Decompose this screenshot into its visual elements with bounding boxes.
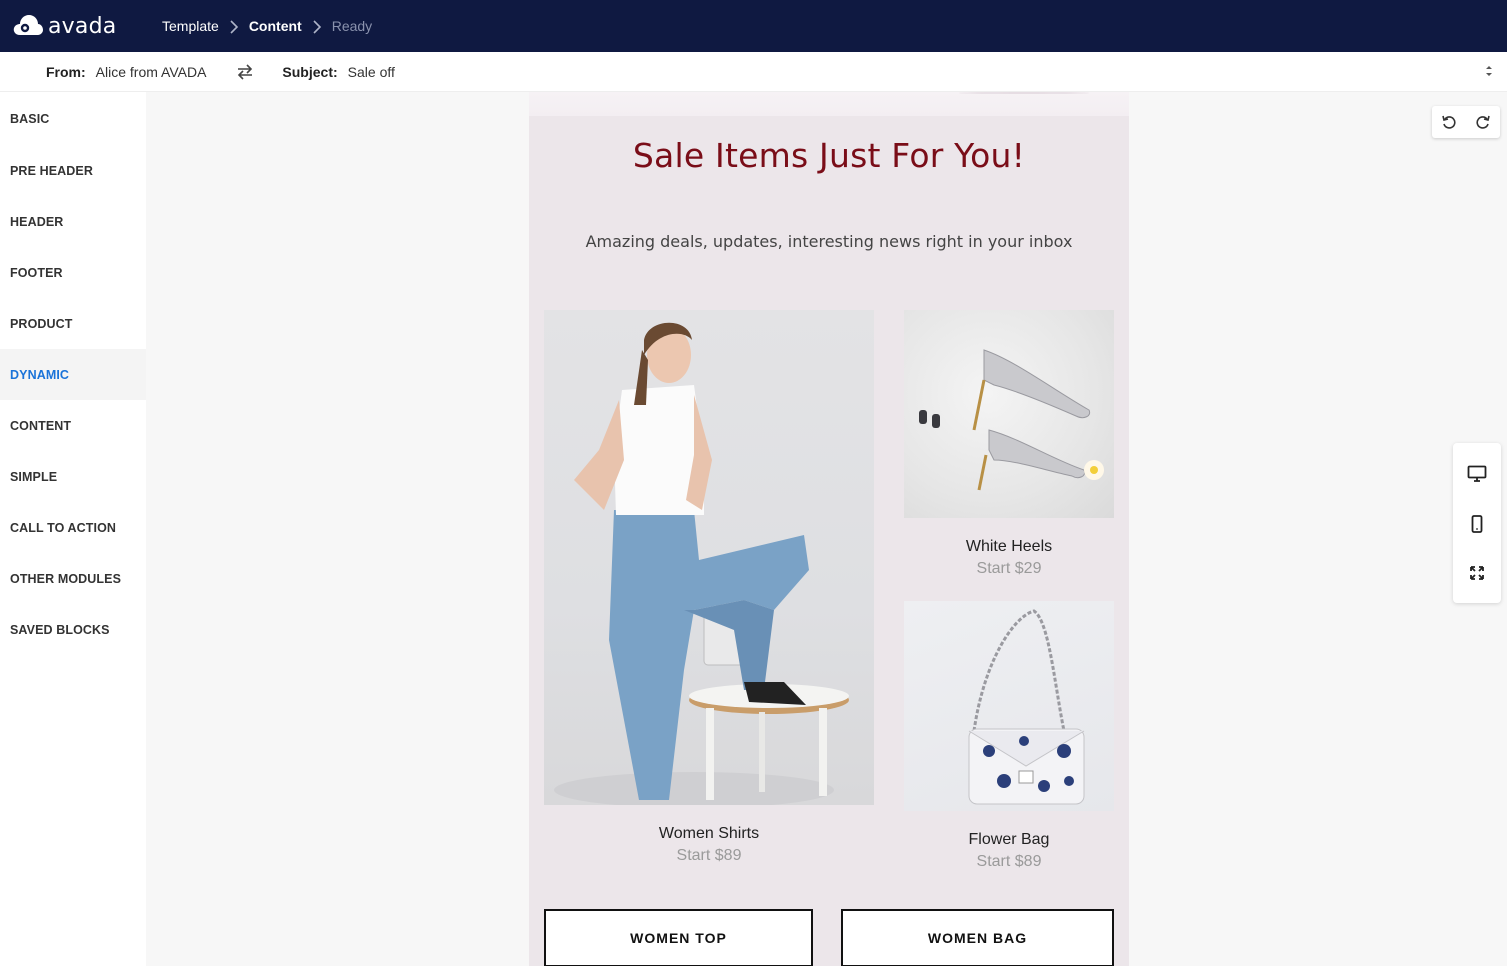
sidebar-item-footer[interactable]: FOOTER (0, 247, 146, 298)
email-subtitle[interactable]: Amazing deals, updates, interesting news… (529, 232, 1129, 251)
sidebar-item-product[interactable]: PRODUCT (0, 298, 146, 349)
breadcrumb-template[interactable]: Template (162, 18, 219, 34)
breadcrumb: Template Content Ready (162, 18, 372, 34)
sidebar-item-header[interactable]: HEADER (0, 196, 146, 247)
product-image-women-shirts[interactable] (544, 310, 874, 805)
women-bag-button[interactable]: WOMEN BAG (841, 909, 1114, 966)
sidebar-item-content[interactable]: CONTENT (0, 400, 146, 451)
chevron-right-icon (219, 18, 249, 34)
email-meta-bar: From: Alice from AVADA Subject: Sale off (0, 52, 1507, 92)
from-label: From: (46, 63, 86, 80)
sort-arrows-icon[interactable] (1485, 64, 1493, 81)
product-price: Start $29 (976, 560, 1042, 577)
sidebar-item-other-modules[interactable]: OTHER MODULES (0, 553, 146, 604)
subject-label: Subject: (282, 63, 338, 80)
product-price: Start $89 (676, 847, 742, 864)
subject-value[interactable]: Sale off (348, 64, 395, 80)
product-image-white-heels[interactable] (904, 310, 1114, 518)
desktop-icon[interactable] (1467, 465, 1487, 483)
redo-icon[interactable] (1475, 114, 1491, 130)
sidebar-item-saved-blocks[interactable]: SAVED BLOCKS (0, 604, 146, 655)
email-header-strip (529, 92, 1129, 116)
women-top-button[interactable]: WOMEN TOP (544, 909, 813, 966)
product-card-women-shirts[interactable]: Women Shirts Start $89 (544, 310, 874, 865)
cloud-logo-icon (12, 12, 44, 40)
product-name: White Heels (965, 538, 1053, 555)
email-preview[interactable]: Sale Items Just For You! Amazing deals, … (529, 92, 1129, 966)
chevron-right-icon (302, 18, 332, 34)
product-name: Women Shirts (658, 825, 760, 842)
sidebar-item-dynamic[interactable]: DYNAMIC (0, 349, 146, 400)
from-field[interactable]: From: Alice from AVADA (46, 64, 206, 80)
product-image-flower-bag[interactable] (904, 601, 1114, 811)
subject-field[interactable]: Subject: Sale off (282, 64, 394, 80)
sidebar-item-pre-header[interactable]: PRE HEADER (0, 145, 146, 196)
sidebar-item-basic[interactable]: BASIC (0, 92, 146, 145)
swap-icon[interactable] (236, 63, 254, 80)
product-price: Start $89 (976, 853, 1042, 870)
editor-canvas: Sale Items Just For You! Amazing deals, … (146, 92, 1507, 966)
logo-text: avada (48, 13, 117, 39)
top-navigation-bar: avada Template Content Ready (0, 0, 1507, 52)
device-preview-toolbar (1453, 443, 1501, 603)
breadcrumb-content[interactable]: Content (249, 18, 302, 34)
mobile-icon[interactable] (1471, 515, 1483, 533)
sidebar-item-call-to-action[interactable]: CALL TO ACTION (0, 502, 146, 553)
email-title[interactable]: Sale Items Just For You! (529, 136, 1129, 175)
avada-logo[interactable]: avada (12, 12, 152, 40)
fullscreen-icon[interactable] (1469, 565, 1485, 581)
product-name: Flower Bag (968, 831, 1050, 848)
undo-icon[interactable] (1441, 114, 1457, 130)
product-card-white-heels[interactable]: White Heels Start $29 (904, 310, 1114, 578)
history-toolbar (1432, 106, 1500, 138)
product-card-flower-bag[interactable]: Flower Bag Start $89 (904, 601, 1114, 871)
sidebar-item-simple[interactable]: SIMPLE (0, 451, 146, 502)
breadcrumb-ready[interactable]: Ready (332, 18, 372, 34)
from-value[interactable]: Alice from AVADA (96, 64, 207, 80)
block-sidebar: BASIC PRE HEADER HEADER FOOTER PRODUCT D… (0, 92, 146, 966)
